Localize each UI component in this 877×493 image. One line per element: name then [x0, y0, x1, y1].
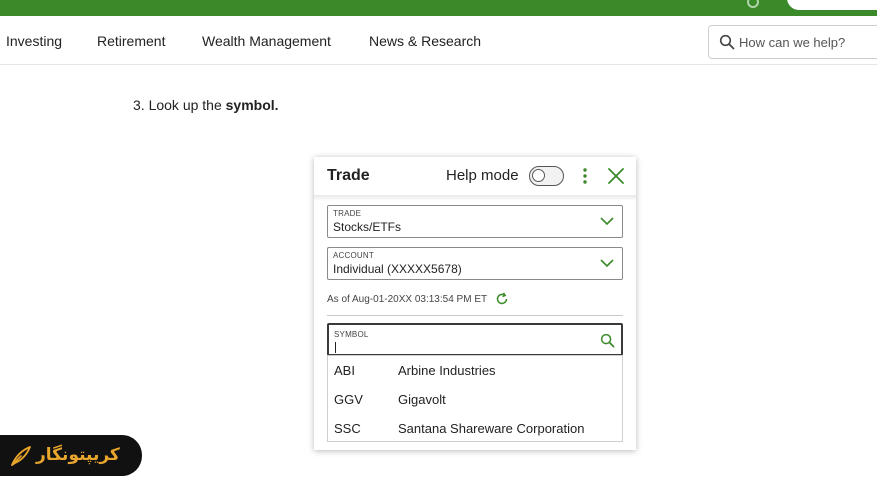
- trade-panel: Trade Help mode TRADE Stocks/ETFs ACCOUN…: [314, 157, 636, 450]
- trade-type-select[interactable]: TRADE Stocks/ETFs: [327, 205, 623, 238]
- search-placeholder: How can we help?: [739, 35, 846, 50]
- site-search-input[interactable]: How can we help?: [708, 25, 877, 59]
- watermark-text: کریپتونگار: [36, 445, 120, 465]
- symbol-suggestions: ABI Arbine Industries GGV Gigavolt SSC S…: [327, 355, 623, 442]
- suggestion-ticker: SSC: [334, 421, 361, 436]
- trade-type-value: Stocks/ETFs: [333, 220, 402, 234]
- main-navigation: Investing Retirement Wealth Management N…: [0, 16, 877, 65]
- header-divider: [314, 195, 636, 201]
- symbol-label: SYMBOL: [334, 330, 369, 339]
- as-of-timestamp: As of Aug-01-20XX 03:13:54 PM ET: [327, 294, 488, 305]
- account-value: Individual (XXXXX5678): [333, 262, 462, 276]
- suggestion-item[interactable]: GGV Gigavolt: [328, 385, 622, 414]
- account-select[interactable]: ACCOUNT Individual (XXXXX5678): [327, 247, 623, 280]
- text-cursor: [335, 342, 336, 353]
- nav-item-investing[interactable]: Investing: [6, 33, 62, 49]
- nav-item-wealth-management[interactable]: Wealth Management: [202, 33, 331, 49]
- instruction-text: 3. Look up the: [133, 97, 226, 113]
- chevron-down-icon: [600, 217, 614, 226]
- help-mode-toggle[interactable]: [529, 166, 564, 186]
- suggestion-ticker: ABI: [334, 363, 355, 378]
- instruction-keyword: symbol.: [225, 97, 279, 113]
- refresh-icon[interactable]: [495, 292, 509, 306]
- trade-panel-header: Trade Help mode: [314, 157, 636, 197]
- chevron-down-icon: [600, 259, 614, 268]
- symbol-input[interactable]: SYMBOL: [327, 323, 623, 356]
- trade-type-label: TRADE: [333, 209, 362, 218]
- suggestion-item[interactable]: ABI Arbine Industries: [328, 356, 622, 385]
- nav-item-retirement[interactable]: Retirement: [97, 33, 165, 49]
- help-mode-label: Help mode: [446, 167, 519, 184]
- nav-item-news-research[interactable]: News & Research: [369, 33, 481, 49]
- instruction-step: 3. Look up the symbol.: [133, 97, 279, 113]
- suggestion-ticker: GGV: [334, 392, 363, 407]
- suggestion-name: Santana Shareware Corporation: [398, 421, 585, 436]
- panel-title: Trade: [327, 167, 370, 184]
- user-icon[interactable]: [747, 0, 759, 8]
- suggestion-name: Gigavolt: [398, 392, 446, 407]
- suggestion-name: Arbine Industries: [398, 363, 496, 378]
- suggestion-item[interactable]: SSC Santana Shareware Corporation: [328, 414, 622, 443]
- top-bar-button[interactable]: [787, 0, 877, 10]
- watermark-badge: کریپتونگار: [0, 435, 142, 476]
- toggle-knob: [532, 169, 545, 182]
- search-icon[interactable]: [600, 333, 615, 348]
- search-icon: [719, 34, 735, 50]
- more-options-icon[interactable]: [580, 167, 590, 185]
- top-brand-bar: [0, 0, 877, 16]
- section-divider: [327, 315, 623, 316]
- quill-logo-icon: [11, 446, 31, 466]
- account-label: ACCOUNT: [333, 251, 374, 260]
- close-icon[interactable]: [606, 166, 626, 186]
